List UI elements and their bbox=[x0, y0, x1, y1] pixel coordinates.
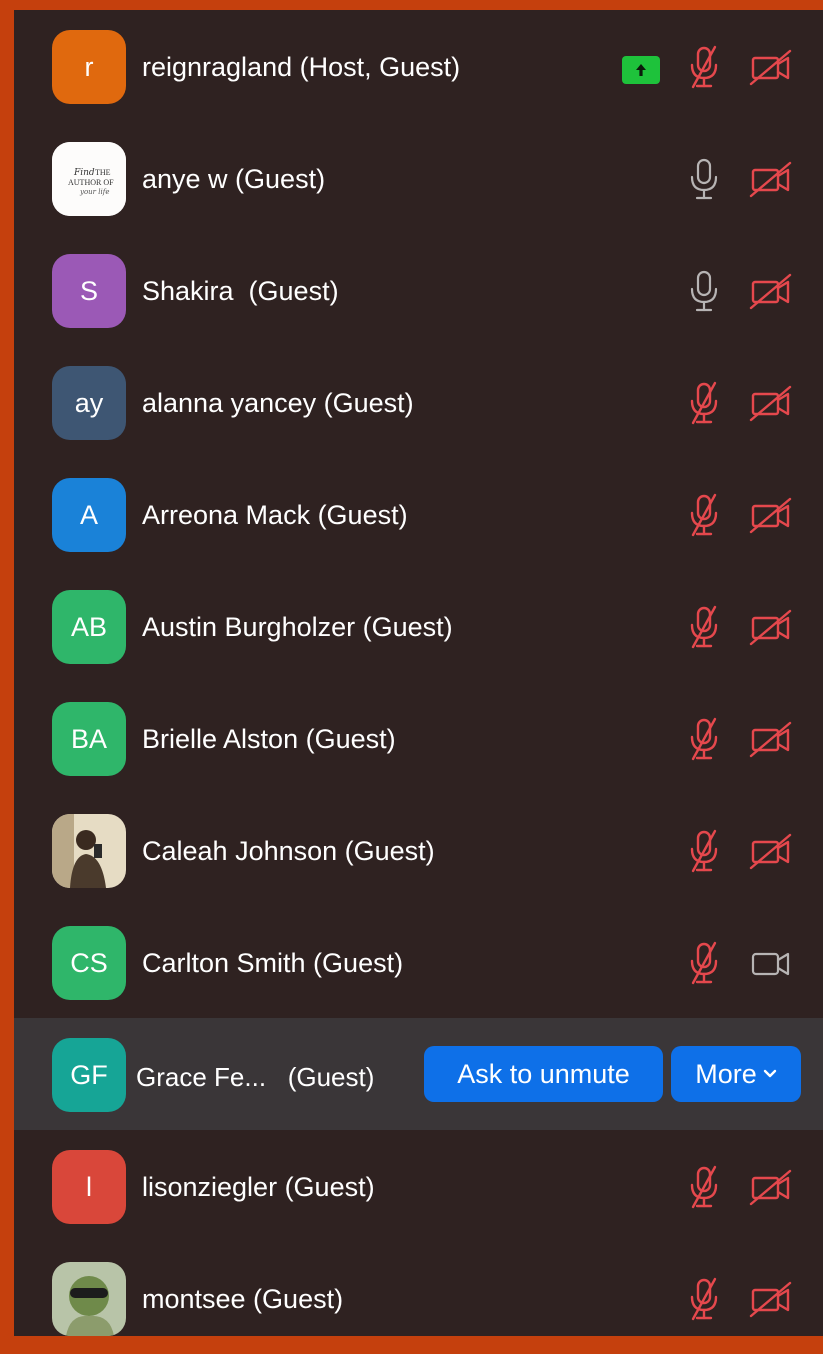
mic-muted-icon[interactable] bbox=[682, 939, 726, 987]
participant-row[interactable]: Find THE AUTHOR OF your life anye w (Gue… bbox=[14, 122, 823, 234]
avatar: BA bbox=[52, 702, 126, 776]
video-off-icon[interactable] bbox=[748, 719, 794, 759]
avatar-initials: AB bbox=[70, 611, 108, 642]
participant-row[interactable]: S Shakira (Guest) bbox=[14, 234, 823, 346]
svg-text:Find: Find bbox=[73, 168, 95, 178]
participant-name: Shakira (Guest) bbox=[142, 276, 339, 306]
mic-muted-icon[interactable] bbox=[682, 1163, 726, 1211]
avatar-initials: l bbox=[86, 1171, 92, 1202]
participant-row-hovered[interactable]: GF Grace Fe... (Guest) Ask to unmute Mor… bbox=[14, 1018, 823, 1130]
avatar: A bbox=[52, 478, 126, 552]
participant-row[interactable]: ay alanna yancey (Guest) bbox=[14, 346, 823, 458]
mic-muted-icon[interactable] bbox=[682, 1275, 726, 1323]
chevron-down-icon bbox=[763, 1069, 776, 1078]
mic-muted-icon[interactable] bbox=[682, 715, 726, 763]
video-off-icon[interactable] bbox=[748, 495, 794, 535]
avatar-photo bbox=[52, 1262, 126, 1336]
participant-name: Caleah Johnson (Guest) bbox=[142, 836, 435, 866]
ask-to-unmute-button[interactable]: Ask to unmute bbox=[424, 1046, 663, 1102]
mic-muted-icon[interactable] bbox=[682, 379, 726, 427]
mic-icon[interactable] bbox=[682, 155, 726, 203]
video-off-icon[interactable] bbox=[748, 383, 794, 423]
participant-name: alanna yancey (Guest) bbox=[142, 388, 414, 418]
video-off-icon[interactable] bbox=[748, 1167, 794, 1207]
avatar-initials: CS bbox=[70, 947, 108, 978]
avatar-initials: r bbox=[84, 51, 94, 82]
mic-muted-icon[interactable] bbox=[682, 43, 726, 91]
svg-text:AUTHOR OF: AUTHOR OF bbox=[68, 178, 114, 187]
participant-row[interactable]: montsee (Guest) bbox=[14, 1242, 823, 1354]
mic-muted-icon[interactable] bbox=[682, 603, 726, 651]
video-off-icon[interactable] bbox=[748, 159, 794, 199]
participants-panel: r reignragland (Host, Guest) Find THE AU… bbox=[14, 10, 823, 1336]
participant-name: Arreona Mack (Guest) bbox=[142, 500, 408, 530]
participant-name: montsee (Guest) bbox=[142, 1284, 344, 1314]
participant-name: Grace Fe... (Guest) bbox=[136, 1062, 375, 1092]
mic-muted-icon[interactable] bbox=[682, 491, 726, 539]
avatar: AB bbox=[52, 590, 126, 664]
participant-row[interactable]: BA Brielle Alston (Guest) bbox=[14, 682, 823, 794]
participant-name: Austin Burgholzer (Guest) bbox=[142, 612, 453, 642]
avatar: GF bbox=[52, 1038, 126, 1112]
participant-name: reignragland (Host, Guest) bbox=[142, 52, 461, 82]
participant-row[interactable]: AB Austin Burgholzer (Guest) bbox=[14, 570, 823, 682]
video-off-icon[interactable] bbox=[748, 271, 794, 311]
avatar: ay bbox=[52, 366, 126, 440]
avatar-initials: BA bbox=[70, 723, 108, 754]
more-label: More bbox=[695, 1058, 757, 1089]
participant-row[interactable]: Caleah Johnson (Guest) bbox=[14, 794, 823, 906]
mic-icon[interactable] bbox=[682, 267, 726, 315]
avatar-initials: S bbox=[79, 275, 98, 306]
participant-name: Brielle Alston (Guest) bbox=[142, 724, 396, 754]
share-screen-icon bbox=[622, 56, 660, 84]
video-off-icon[interactable] bbox=[748, 831, 794, 871]
avatar-photo bbox=[52, 814, 126, 888]
participant-name: lisonziegler (Guest) bbox=[142, 1172, 375, 1202]
avatar: CS bbox=[52, 926, 126, 1000]
video-on-icon[interactable] bbox=[748, 943, 794, 983]
mic-muted-icon[interactable] bbox=[682, 827, 726, 875]
avatar-initials: GF bbox=[70, 1059, 108, 1090]
avatar-initials: ay bbox=[74, 387, 104, 418]
video-off-icon[interactable] bbox=[748, 1279, 794, 1319]
svg-text:THE: THE bbox=[95, 168, 111, 177]
svg-text:your life: your life bbox=[79, 188, 109, 196]
participant-row[interactable]: r reignragland (Host, Guest) bbox=[14, 10, 823, 122]
avatar: S bbox=[52, 254, 126, 328]
participant-row[interactable]: l lisonziegler (Guest) bbox=[14, 1130, 823, 1242]
avatar-initials: A bbox=[79, 499, 98, 530]
video-off-icon[interactable] bbox=[748, 47, 794, 87]
avatar: r bbox=[52, 30, 126, 104]
participant-row[interactable]: CS Carlton Smith (Guest) bbox=[14, 906, 823, 1018]
participant-row[interactable]: A Arreona Mack (Guest) bbox=[14, 458, 823, 570]
avatar: l bbox=[52, 1150, 126, 1224]
avatar-logo: Find THE AUTHOR OF your life bbox=[52, 142, 126, 216]
participant-name: anye w (Guest) bbox=[142, 164, 326, 194]
video-off-icon[interactable] bbox=[748, 607, 794, 647]
participant-name: Carlton Smith (Guest) bbox=[142, 948, 404, 978]
more-button[interactable]: More bbox=[671, 1046, 801, 1102]
